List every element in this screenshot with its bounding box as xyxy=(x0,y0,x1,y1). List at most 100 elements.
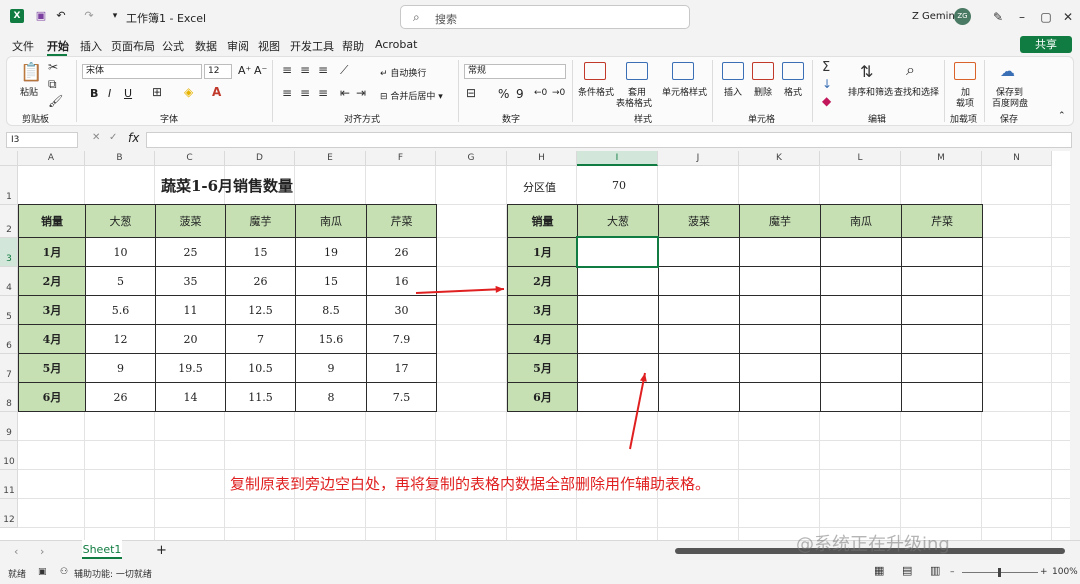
format-cells-button[interactable]: 格式 xyxy=(784,85,802,98)
helper-table-empty-cell[interactable] xyxy=(901,295,983,325)
next-sheet-icon[interactable]: › xyxy=(40,545,44,558)
share-button[interactable]: 共享 xyxy=(1020,36,1072,53)
save-icon[interactable]: ▣ xyxy=(34,9,48,23)
addins-icon[interactable] xyxy=(954,62,976,80)
left-table-value-cell[interactable]: 7.9 xyxy=(366,324,437,354)
zoom-level[interactable]: 100% xyxy=(1052,567,1078,577)
left-table-value-cell[interactable]: 15 xyxy=(225,237,296,267)
left-table-value-cell[interactable]: 15.6 xyxy=(295,324,367,354)
ribbon-display-icon[interactable]: ✎ xyxy=(988,8,1008,26)
row-header-7[interactable]: 7 xyxy=(0,354,18,383)
search-box[interactable]: ⌕ 搜索 xyxy=(400,5,690,29)
left-table-header-cell[interactable]: 销量 xyxy=(18,204,86,238)
accessibility-icon[interactable]: ⚇ xyxy=(60,567,68,577)
menu-page-layout[interactable]: 页面布局 xyxy=(111,38,155,54)
helper-table-empty-cell[interactable] xyxy=(577,382,659,412)
helper-table-header-cell[interactable]: 芹菜 xyxy=(901,204,983,238)
collapse-ribbon-icon[interactable]: ⌃ xyxy=(1058,111,1066,121)
customize-toolbar-icon[interactable]: ▾ xyxy=(108,9,122,23)
comma-button[interactable]: 9 xyxy=(516,87,524,101)
clear-icon[interactable]: ◆ xyxy=(822,94,831,108)
helper-table-empty-cell[interactable] xyxy=(739,353,821,383)
left-table-value-cell[interactable]: 7 xyxy=(225,324,296,354)
paste-button[interactable]: 粘贴 xyxy=(20,85,38,98)
helper-table-empty-cell[interactable] xyxy=(658,295,740,325)
left-table-value-cell[interactable]: 14 xyxy=(155,382,226,412)
left-table-value-cell[interactable]: 30 xyxy=(366,295,437,325)
left-table-value-cell[interactable]: 9 xyxy=(295,353,367,383)
column-header-h[interactable]: H xyxy=(507,151,577,166)
zoom-slider-thumb[interactable] xyxy=(998,568,1001,577)
fill-color-icon[interactable]: ◈ xyxy=(184,85,193,99)
undo-icon[interactable]: ↶ xyxy=(54,9,68,23)
helper-table-empty-cell[interactable] xyxy=(577,266,659,296)
increase-decimal-icon[interactable]: ←0 xyxy=(534,88,547,98)
left-table-value-cell[interactable]: 9 xyxy=(85,353,156,383)
sort-filter-button[interactable]: 排序和筛选 xyxy=(848,85,893,98)
italic-button[interactable]: I xyxy=(108,87,111,100)
left-table-value-cell[interactable]: 16 xyxy=(366,266,437,296)
helper-table-empty-cell[interactable] xyxy=(901,382,983,412)
merge-center-button[interactable]: ⊟ 合并后居中 ▾ xyxy=(380,89,443,102)
formula-input[interactable] xyxy=(146,132,1072,148)
helper-table-month-cell[interactable]: 1月 xyxy=(507,237,578,267)
paste-icon[interactable]: 📋 xyxy=(20,62,42,83)
left-table-value-cell[interactable]: 35 xyxy=(155,266,226,296)
left-table-value-cell[interactable]: 12 xyxy=(85,324,156,354)
baidu-cloud-icon[interactable]: ☁ xyxy=(1000,62,1015,80)
menu-data[interactable]: 数据 xyxy=(195,38,217,54)
column-header-b[interactable]: B xyxy=(85,151,155,166)
find-select-icon[interactable]: ⌕ xyxy=(906,60,915,80)
select-all-corner[interactable] xyxy=(0,151,18,166)
left-table-value-cell[interactable]: 19.5 xyxy=(155,353,226,383)
column-header-j[interactable]: J xyxy=(658,151,739,166)
row-header-6[interactable]: 6 xyxy=(0,325,18,354)
helper-table-header-cell[interactable]: 销量 xyxy=(507,204,578,238)
left-table-value-cell[interactable]: 26 xyxy=(85,382,156,412)
helper-table-empty-cell[interactable] xyxy=(901,353,983,383)
delete-cells-icon[interactable] xyxy=(752,62,774,80)
left-table-value-cell[interactable]: 19 xyxy=(295,237,367,267)
row-header-12[interactable]: 12 xyxy=(0,499,18,528)
close-icon[interactable]: ✕ xyxy=(1058,8,1078,26)
row-header-8[interactable]: 8 xyxy=(0,383,18,412)
align-middle-icon[interactable]: ≡ xyxy=(300,63,310,77)
minimize-icon[interactable]: – xyxy=(1012,8,1032,26)
cancel-icon[interactable]: ✕ xyxy=(92,132,100,143)
borders-icon[interactable]: ⊞ xyxy=(152,85,162,99)
autosum-icon[interactable]: Σ xyxy=(822,60,830,75)
font-name-select[interactable]: 宋体 xyxy=(82,64,202,79)
helper-table-empty-cell[interactable] xyxy=(820,237,902,267)
left-table-value-cell[interactable]: 25 xyxy=(155,237,226,267)
find-select-button[interactable]: 查找和选择 xyxy=(894,85,939,98)
column-header-d[interactable]: D xyxy=(225,151,295,166)
helper-table-empty-cell[interactable] xyxy=(820,324,902,354)
sort-filter-icon[interactable]: ⇅ xyxy=(860,62,873,81)
row-header-4[interactable]: 4 xyxy=(0,267,18,296)
enter-icon[interactable]: ✓ xyxy=(109,132,117,143)
helper-table-empty-cell[interactable] xyxy=(901,266,983,296)
helper-table-empty-cell[interactable] xyxy=(577,353,659,383)
left-table-month-cell[interactable]: 2月 xyxy=(18,266,86,296)
avatar[interactable]: ZG xyxy=(954,8,971,25)
row-header-3[interactable]: 3 xyxy=(0,238,18,267)
helper-table-month-cell[interactable]: 5月 xyxy=(507,353,578,383)
left-table-month-cell[interactable]: 4月 xyxy=(18,324,86,354)
bold-button[interactable]: B xyxy=(90,87,98,100)
row-header-5[interactable]: 5 xyxy=(0,296,18,325)
font-color-icon[interactable]: A xyxy=(212,85,221,99)
helper-table-empty-cell[interactable] xyxy=(739,382,821,412)
align-top-icon[interactable]: ≡ xyxy=(282,63,292,77)
menu-file[interactable]: 文件 xyxy=(12,38,34,54)
name-box[interactable]: I3 xyxy=(6,132,78,148)
format-cells-icon[interactable] xyxy=(782,62,804,80)
helper-table-empty-cell[interactable] xyxy=(820,353,902,383)
left-table-value-cell[interactable]: 26 xyxy=(225,266,296,296)
orientation-icon[interactable]: ⟋ xyxy=(340,63,348,78)
left-table-value-cell[interactable]: 12.5 xyxy=(225,295,296,325)
page-layout-view-icon[interactable]: ▤ xyxy=(902,564,912,577)
helper-table-empty-cell[interactable] xyxy=(901,324,983,354)
menu-developer[interactable]: 开发工具 xyxy=(290,38,334,54)
helper-table-empty-cell[interactable] xyxy=(739,324,821,354)
decrease-font-icon[interactable]: A⁻ xyxy=(254,64,267,77)
